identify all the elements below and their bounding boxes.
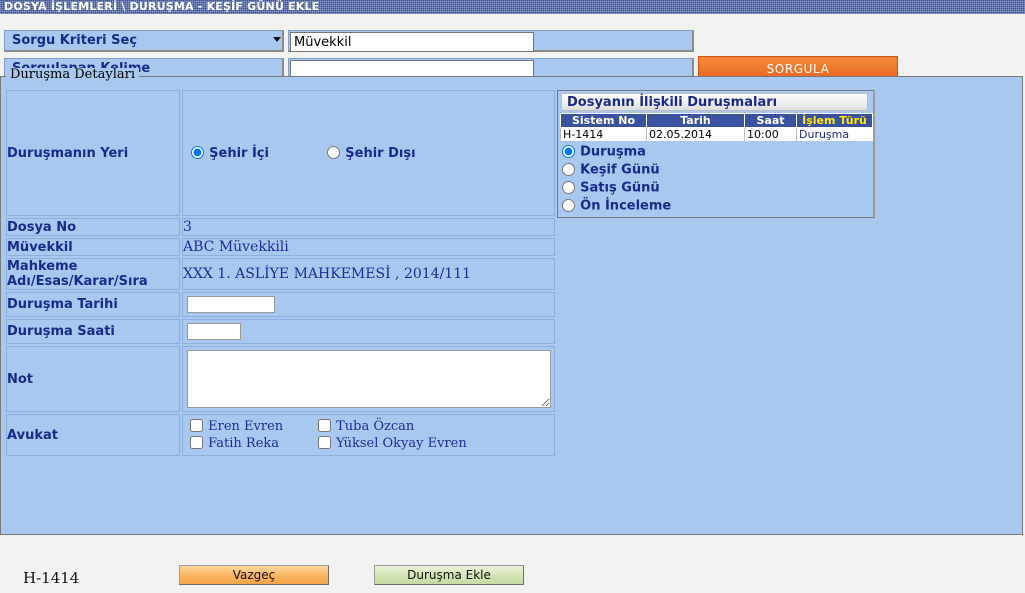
form-row-file-no: Dosya No 3 bbox=[6, 218, 555, 236]
search-criteria-control: Müvekkil bbox=[273, 30, 694, 52]
hearing-type-option-durusma[interactable]: Duruşma bbox=[562, 144, 646, 160]
hearing-type-radio-group: Duruşma Keşif Günü Satış Günü Ön İncelem… bbox=[562, 143, 671, 215]
hearing-time-input[interactable] bbox=[187, 323, 241, 340]
file-no-value: 3 bbox=[182, 218, 555, 236]
place-option-sehir-ici[interactable]: Şehir İçi bbox=[191, 145, 323, 161]
hearing-date-cell bbox=[182, 292, 555, 317]
note-label: Not bbox=[6, 346, 180, 412]
note-cell bbox=[182, 346, 555, 412]
column-header-islem-turu: İşlem Türü bbox=[796, 113, 873, 128]
lawyer-checkbox-2[interactable] bbox=[190, 436, 203, 449]
hearing-type-radio-kesif-gunu[interactable] bbox=[562, 162, 575, 176]
cell-sistem-no: H-1414 bbox=[560, 127, 647, 141]
table-row[interactable]: H-1414 02.05.2014 10:00 Duruşma bbox=[560, 127, 873, 141]
hearing-time-label: Duruşma Saati bbox=[6, 319, 180, 344]
file-no-label: Dosya No bbox=[6, 218, 180, 236]
hearing-type-option-satis-gunu[interactable]: Satış Günü bbox=[562, 180, 660, 196]
panel-legend: Duruşma Detayları bbox=[6, 68, 139, 82]
place-value-cell: Şehir İçi Şehir Dışı bbox=[182, 90, 555, 216]
lawyer-option-1[interactable]: Tuba Özcan bbox=[318, 419, 554, 434]
hearing-type-option-kesif-gunu[interactable]: Keşif Günü bbox=[562, 162, 660, 178]
form-row-note: Not bbox=[6, 346, 555, 412]
lawyer-option-0[interactable]: Eren Evren bbox=[190, 419, 318, 434]
form-row-court: Mahkeme Adı/Esas/Karar/Sıra XXX 1. ASLİY… bbox=[6, 258, 555, 290]
case-id-label: H-1414 bbox=[23, 569, 80, 587]
form-action-bar: H-1414 Vazgeç Duruşma Ekle bbox=[6, 565, 554, 593]
hearing-form-table: Duruşmanın Yeri Şehir İçi Şehir Dışı Dos… bbox=[4, 88, 557, 458]
hearing-date-label: Duruşma Tarihi bbox=[6, 292, 180, 317]
place-label: Duruşmanın Yeri bbox=[6, 90, 180, 216]
hearing-details-panel: Duruşma Detayları Duruşmanın Yeri Şehir … bbox=[0, 68, 1023, 587]
hearing-type-option-on-inceleme[interactable]: Ön İnceleme bbox=[562, 198, 671, 214]
cancel-button[interactable]: Vazgeç bbox=[179, 565, 329, 585]
related-hearings-title: Dosyanın İlişkili Duruşmaları bbox=[561, 93, 868, 111]
related-hearings-table: Sistem No Tarih Saat İşlem Türü H-1414 0… bbox=[560, 113, 873, 141]
place-radio-sehir-disi[interactable] bbox=[327, 145, 341, 159]
form-row-lawyer: Avukat Eren Evren Tuba Özcan Fatih Reka bbox=[6, 414, 555, 456]
place-radio-group: Şehir İçi Şehir Dışı bbox=[183, 142, 554, 165]
hearing-type-row-0: Duruşma bbox=[562, 143, 671, 161]
search-criteria-label: Sorgu Kriteri Seç bbox=[4, 30, 284, 52]
form-row-hearing-time: Duruşma Saati bbox=[6, 319, 555, 344]
lawyer-label: Avukat bbox=[6, 414, 180, 456]
hearing-date-input[interactable] bbox=[187, 296, 275, 313]
lawyer-checkbox-group: Eren Evren Tuba Özcan Fatih Reka Yüksel … bbox=[183, 415, 554, 455]
fieldset-top-border bbox=[2, 76, 1021, 77]
lawyer-option-3[interactable]: Yüksel Okyay Evren bbox=[318, 436, 554, 451]
place-radio-sehir-ici[interactable] bbox=[191, 145, 204, 159]
court-value: XXX 1. ASLİYE MAHKEMESİ , 2014/111 bbox=[182, 258, 555, 290]
form-row-place: Duruşmanın Yeri Şehir İçi Şehir Dışı bbox=[6, 90, 555, 216]
court-label: Mahkeme Adı/Esas/Karar/Sıra bbox=[6, 258, 180, 290]
form-row-hearing-date: Duruşma Tarihi bbox=[6, 292, 555, 317]
search-bar: Sorgu Kriteri Seç Müvekkil Sorgulanan Ke… bbox=[0, 14, 1025, 82]
hearing-type-radio-on-inceleme[interactable] bbox=[562, 198, 575, 212]
column-header-saat: Saat bbox=[744, 113, 797, 128]
cell-islem-turu: Duruşma bbox=[796, 127, 873, 141]
hearing-time-cell bbox=[182, 319, 555, 344]
lawyer-checkbox-3[interactable] bbox=[318, 436, 331, 449]
hearing-type-row-2: Satış Günü bbox=[562, 179, 671, 197]
lawyer-option-2[interactable]: Fatih Reka bbox=[190, 436, 318, 451]
add-hearing-button[interactable]: Duruşma Ekle bbox=[374, 565, 524, 585]
lawyer-checkbox-0[interactable] bbox=[190, 419, 203, 432]
hearing-type-row-3: Ön İnceleme bbox=[562, 197, 671, 215]
cell-saat: 10:00 bbox=[744, 127, 797, 141]
lawyer-checkbox-1[interactable] bbox=[318, 419, 331, 432]
related-hearings-header-row: Sistem No Tarih Saat İşlem Türü bbox=[560, 113, 873, 128]
window-title: DOSYA İŞLEMLERİ \ DURUŞMA - KEŞİF GÜNÜ E… bbox=[4, 0, 320, 13]
hearing-type-row-1: Keşif Günü bbox=[562, 161, 671, 179]
note-textarea[interactable] bbox=[187, 350, 551, 408]
hearing-type-radio-satis-gunu[interactable] bbox=[562, 180, 575, 194]
client-label: Müvekkil bbox=[6, 238, 180, 256]
lawyer-cell: Eren Evren Tuba Özcan Fatih Reka Yüksel … bbox=[182, 414, 555, 456]
search-criteria-select[interactable]: Müvekkil bbox=[290, 32, 534, 52]
related-hearings-box: Dosyanın İlişkili Duruşmaları Sistem No … bbox=[557, 90, 875, 218]
cell-tarih: 02.05.2014 bbox=[646, 127, 745, 141]
place-option-sehir-disi[interactable]: Şehir Dışı bbox=[327, 145, 416, 161]
column-header-sistem-no: Sistem No bbox=[560, 113, 647, 128]
client-value: ABC Müvekkili bbox=[182, 238, 555, 256]
window-title-bar: DOSYA İŞLEMLERİ \ DURUŞMA - KEŞİF GÜNÜ E… bbox=[0, 0, 1025, 14]
form-row-client: Müvekkil ABC Müvekkili bbox=[6, 238, 555, 256]
hearing-type-radio-durusma[interactable] bbox=[562, 144, 575, 158]
column-header-tarih: Tarih bbox=[646, 113, 745, 128]
